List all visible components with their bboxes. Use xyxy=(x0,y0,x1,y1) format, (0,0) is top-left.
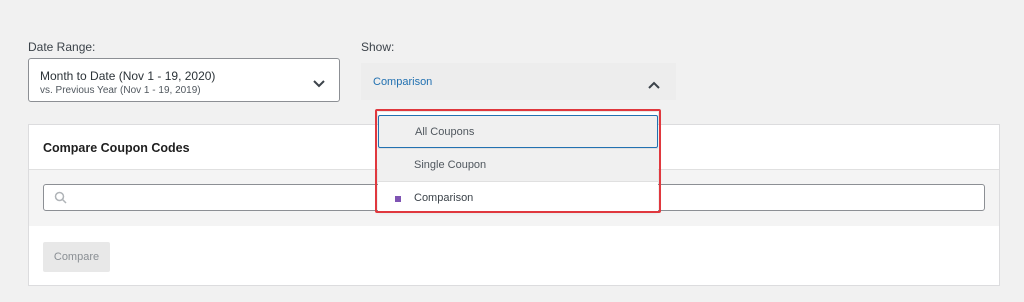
date-range-label: Date Range: xyxy=(28,40,96,54)
card-title: Compare Coupon Codes xyxy=(43,141,190,155)
show-label: Show: xyxy=(361,40,395,54)
search-icon xyxy=(54,191,67,209)
compare-button[interactable]: Compare xyxy=(43,242,110,272)
date-range-primary: Month to Date (Nov 1 - 19, 2020) xyxy=(40,69,216,83)
show-dropdown-menu: All Coupons Single Coupon Comparison xyxy=(378,112,658,211)
option-all-coupons[interactable]: All Coupons xyxy=(378,115,658,148)
date-range-selector[interactable]: Month to Date (Nov 1 - 19, 2020) vs. Pre… xyxy=(28,58,340,102)
selected-marker-icon xyxy=(395,196,401,202)
show-select-value: Comparison xyxy=(373,76,433,88)
option-label: Single Coupon xyxy=(414,159,487,171)
option-single-coupon[interactable]: Single Coupon xyxy=(378,149,658,182)
option-label: All Coupons xyxy=(415,126,475,138)
option-comparison[interactable]: Comparison xyxy=(378,182,658,215)
date-range-comparison: vs. Previous Year (Nov 1 - 19, 2019) xyxy=(40,85,201,96)
chevron-down-icon xyxy=(313,75,325,93)
show-select[interactable]: Comparison xyxy=(361,63,676,100)
chevron-up-icon xyxy=(648,76,660,94)
option-label: Comparison xyxy=(414,192,474,204)
